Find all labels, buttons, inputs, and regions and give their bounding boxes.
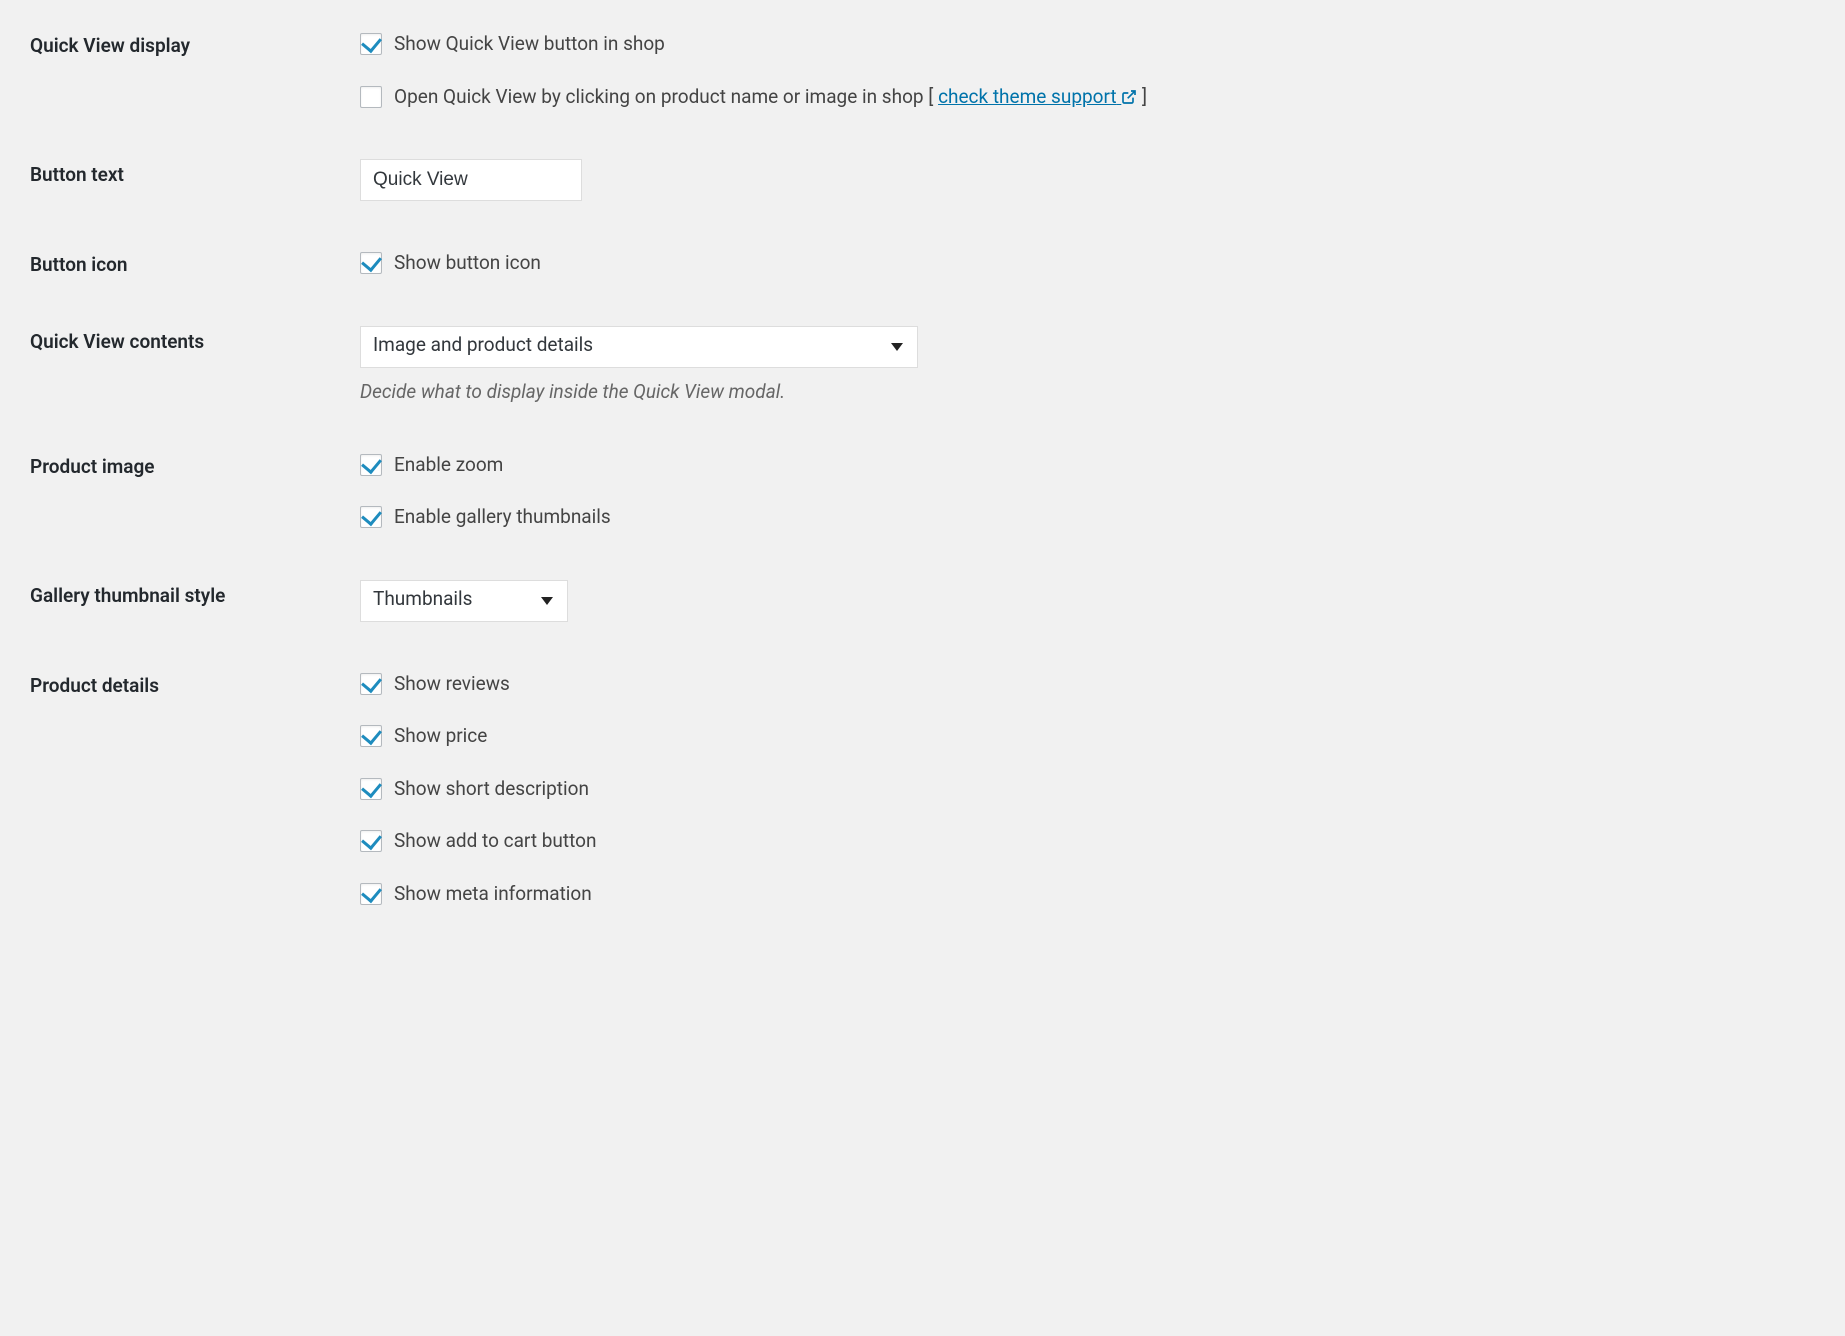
enable-zoom-label[interactable]: Enable zoom: [394, 451, 503, 480]
show-short-description-row: Show short description: [360, 775, 1815, 804]
enable-gallery-thumbnails-checkbox[interactable]: [360, 506, 382, 528]
product-image-label: Product image: [30, 451, 360, 478]
show-short-description-checkbox[interactable]: [360, 778, 382, 800]
show-meta-label[interactable]: Show meta information: [394, 880, 592, 909]
open-quick-view-click-row: Open Quick View by clicking on product n…: [360, 83, 1815, 112]
quick-view-display-label: Quick View display: [30, 30, 360, 57]
enable-zoom-checkbox[interactable]: [360, 454, 382, 476]
check-theme-support-link[interactable]: check theme support: [938, 85, 1137, 108]
chevron-down-icon: [541, 597, 553, 605]
gallery-thumbnail-style-value: Thumbnails: [373, 587, 472, 610]
button-text-field: [360, 159, 1815, 201]
quick-view-contents-value: Image and product details: [373, 333, 593, 356]
product-image-row: Product image Enable zoom Enable gallery…: [30, 451, 1815, 532]
product-details-row: Product details Show reviews Show price …: [30, 670, 1815, 909]
quick-view-contents-select-wrap: Image and product details: [360, 326, 918, 368]
show-meta-checkbox[interactable]: [360, 883, 382, 905]
button-text-row: Button text: [30, 159, 1815, 201]
button-text-label: Button text: [30, 159, 360, 186]
quick-view-contents-row: Quick View contents Image and product de…: [30, 326, 1815, 403]
quick-view-contents-help: Decide what to display inside the Quick …: [360, 380, 1815, 403]
show-short-description-label[interactable]: Show short description: [394, 775, 589, 804]
show-quick-view-button-checkbox[interactable]: [360, 33, 382, 55]
show-add-to-cart-label[interactable]: Show add to cart button: [394, 827, 596, 856]
show-quick-view-button-row: Show Quick View button in shop: [360, 30, 1815, 59]
product-image-field: Enable zoom Enable gallery thumbnails: [360, 451, 1815, 532]
open-quick-view-click-checkbox[interactable]: [360, 86, 382, 108]
show-reviews-label[interactable]: Show reviews: [394, 670, 510, 699]
show-reviews-checkbox[interactable]: [360, 673, 382, 695]
enable-gallery-thumbnails-label[interactable]: Enable gallery thumbnails: [394, 503, 611, 532]
show-quick-view-button-label[interactable]: Show Quick View button in shop: [394, 30, 665, 59]
quick-view-contents-field: Image and product details Decide what to…: [360, 326, 1815, 403]
check-theme-support-text: check theme support: [938, 85, 1117, 108]
gallery-thumbnail-style-select[interactable]: Thumbnails: [360, 580, 568, 622]
button-icon-label: Button icon: [30, 249, 360, 276]
gallery-thumbnail-style-select-wrap: Thumbnails: [360, 580, 568, 622]
show-button-icon-row: Show button icon: [360, 249, 1815, 278]
quick-view-display-field: Show Quick View button in shop Open Quic…: [360, 30, 1815, 111]
show-meta-row: Show meta information: [360, 880, 1815, 909]
button-icon-field: Show button icon: [360, 249, 1815, 278]
button-icon-row: Button icon Show button icon: [30, 249, 1815, 278]
show-add-to-cart-checkbox[interactable]: [360, 830, 382, 852]
show-price-row: Show price: [360, 722, 1815, 751]
product-details-label: Product details: [30, 670, 360, 697]
settings-form: Quick View display Show Quick View butto…: [30, 30, 1815, 908]
button-text-input[interactable]: [360, 159, 582, 201]
show-price-label[interactable]: Show price: [394, 722, 487, 751]
quick-view-contents-select[interactable]: Image and product details: [360, 326, 918, 368]
bracket-close: ]: [1137, 85, 1147, 108]
product-details-field: Show reviews Show price Show short descr…: [360, 670, 1815, 909]
external-link-icon: [1121, 89, 1137, 105]
show-button-icon-label[interactable]: Show button icon: [394, 249, 541, 278]
enable-zoom-row: Enable zoom: [360, 451, 1815, 480]
show-add-to-cart-row: Show add to cart button: [360, 827, 1815, 856]
bracket-open: [: [924, 85, 938, 108]
open-quick-view-click-label[interactable]: Open Quick View by clicking on product n…: [394, 83, 1147, 112]
gallery-thumbnail-style-field: Thumbnails: [360, 580, 1815, 622]
show-price-checkbox[interactable]: [360, 725, 382, 747]
chevron-down-icon: [891, 343, 903, 351]
quick-view-contents-label: Quick View contents: [30, 326, 360, 353]
show-reviews-row: Show reviews: [360, 670, 1815, 699]
quick-view-display-row: Quick View display Show Quick View butto…: [30, 30, 1815, 111]
gallery-thumbnail-style-label: Gallery thumbnail style: [30, 580, 360, 607]
show-button-icon-checkbox[interactable]: [360, 252, 382, 274]
open-quick-view-click-text: Open Quick View by clicking on product n…: [394, 85, 924, 108]
gallery-thumbnail-style-row: Gallery thumbnail style Thumbnails: [30, 580, 1815, 622]
enable-gallery-thumbnails-row: Enable gallery thumbnails: [360, 503, 1815, 532]
